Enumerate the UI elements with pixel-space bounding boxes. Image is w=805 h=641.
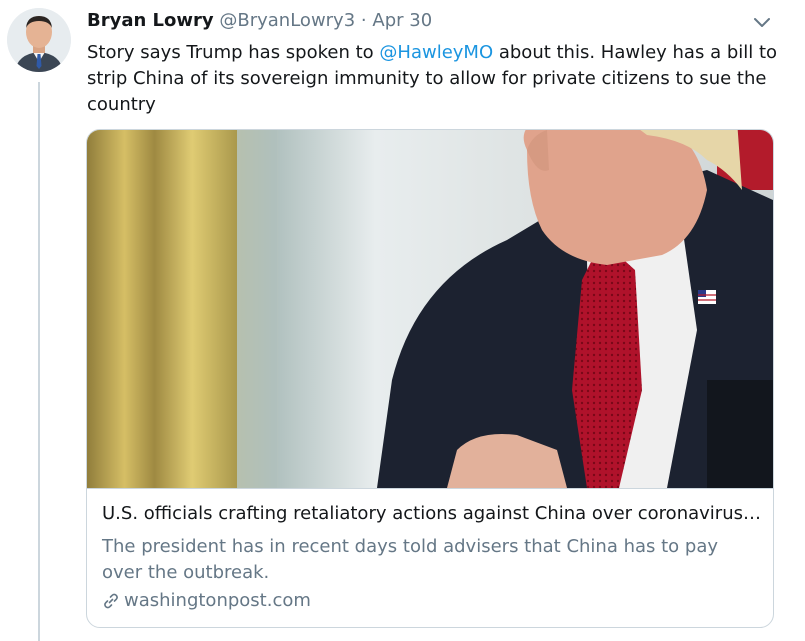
tweet-text: Story says Trump has spoken to @HawleyMO… xyxy=(87,40,787,118)
card-domain-text: washingtonpost.com xyxy=(124,590,311,611)
card-domain[interactable]: washingtonpost.com xyxy=(102,588,311,614)
author-name[interactable]: Bryan Lowry xyxy=(87,10,214,31)
card-title[interactable]: U.S. officials crafting retaliatory acti… xyxy=(102,501,762,527)
avatar[interactable] xyxy=(7,8,71,72)
link-card[interactable]: U.S. officials crafting retaliatory acti… xyxy=(86,129,774,628)
author-handle[interactable]: @BryanLowry3 xyxy=(219,10,355,31)
separator-dot: · xyxy=(360,10,367,31)
thread-line xyxy=(38,82,40,641)
tweet-header: Bryan Lowry @BryanLowry3 · Apr 30 xyxy=(87,9,432,33)
link-icon xyxy=(102,592,120,610)
tweet-date[interactable]: Apr 30 xyxy=(372,10,432,31)
card-image xyxy=(87,130,773,488)
card-body: U.S. officials crafting retaliatory acti… xyxy=(87,488,773,627)
chevron-down-icon[interactable] xyxy=(752,12,772,32)
tweet: Bryan Lowry @BryanLowry3 · Apr 30 Story … xyxy=(0,0,805,641)
tweet-text-start: Story says Trump has spoken to xyxy=(87,42,380,63)
card-description: The president has in recent days told ad… xyxy=(102,536,719,583)
mention-link[interactable]: @HawleyMO xyxy=(379,42,493,63)
